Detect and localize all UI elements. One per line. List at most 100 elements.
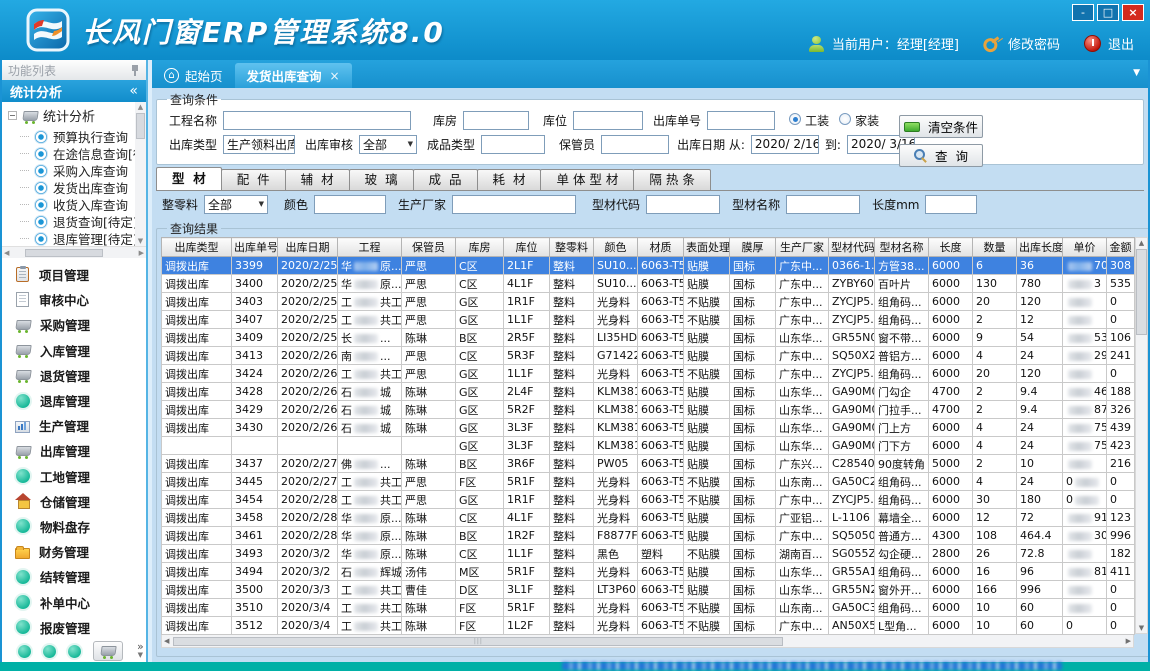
- scroll-down-icon[interactable]: ▼: [1139, 623, 1144, 633]
- column-header-金额[interactable]: 金额: [1107, 238, 1135, 257]
- warehouse-input[interactable]: [463, 111, 529, 130]
- tree-root-statistics[interactable]: 统计分析: [2, 102, 146, 128]
- tree-item-预算执行查询[interactable]: 预算执行查询: [2, 128, 146, 145]
- scroll-thumb[interactable]: [1136, 249, 1147, 335]
- column-header-单价[interactable]: 单价: [1063, 238, 1107, 257]
- scroll-thumb[interactable]: [25, 249, 103, 257]
- sidebar-group-生产管理[interactable]: 生产管理: [2, 413, 146, 438]
- table-row[interactable]: 调拨出库35122020/3/4工共工程陈琳F区1L2F整料光身料6063-T5…: [162, 617, 1135, 635]
- table-row[interactable]: 调拨出库34032020/2/25工共工程严思G区1R1F整料光身料6063-T…: [162, 293, 1135, 311]
- table-row[interactable]: 调拨出库33992020/2/25华原...严思C区2L1F整料SU10...6…: [162, 257, 1135, 275]
- tab-home[interactable]: 起始页: [152, 63, 235, 88]
- close-button[interactable]: ×: [1122, 4, 1144, 21]
- column-header-工程[interactable]: 工程: [338, 238, 402, 257]
- scroll-left-icon[interactable]: ◀: [4, 248, 9, 258]
- tree-item-退货查询[待定][interactable]: 退货查询[待定]: [2, 213, 146, 230]
- table-row[interactable]: 调拨出库34452020/2/27工共工程严思F区5R1F整料光身料6063-T…: [162, 473, 1135, 491]
- logout-link[interactable]: 退出: [1108, 34, 1134, 53]
- column-header-表面处理[interactable]: 表面处理: [684, 238, 730, 257]
- change-password-link[interactable]: 修改密码: [1008, 34, 1060, 53]
- table-scrollbar-horizontal[interactable]: ◀ ||| ▶: [161, 635, 1134, 648]
- maximize-button[interactable]: □: [1097, 4, 1119, 21]
- collapse-icon[interactable]: «: [129, 83, 138, 99]
- scroll-right-icon[interactable]: ▶: [1126, 636, 1131, 646]
- table-row[interactable]: G区3L3F整料KLM38176063-T5贴膜国标山东华...GA90M09.…: [162, 437, 1135, 455]
- material-tab-5[interactable]: 成 品: [413, 169, 478, 190]
- sidebar-group-出库管理[interactable]: 出库管理: [2, 438, 146, 463]
- group-shortcut-icon[interactable]: [18, 645, 31, 658]
- material-tab-1[interactable]: 型 材: [156, 167, 222, 190]
- column-header-保管员[interactable]: 保管员: [402, 238, 456, 257]
- tree-item-采购入库查询[interactable]: 采购入库查询: [2, 162, 146, 179]
- whole-piece-select[interactable]: 全部: [204, 195, 268, 214]
- column-header-膜厚[interactable]: 膜厚: [730, 238, 776, 257]
- keeper-input[interactable]: [601, 135, 669, 154]
- table-row[interactable]: 调拨出库34002020/2/25华原...严思C区4L1F整料SU10...6…: [162, 275, 1135, 293]
- material-tab-7[interactable]: 单 体 型 材: [540, 169, 634, 190]
- column-header-长度[interactable]: 长度: [929, 238, 973, 257]
- sidebar-group-审核中心[interactable]: 审核中心: [2, 287, 146, 312]
- location-input[interactable]: [573, 111, 643, 130]
- table-row[interactable]: 调拨出库34582020/2/28华原...陈琳C区4L1F整料光身料6063-…: [162, 509, 1135, 527]
- material-tab-2[interactable]: 配 件: [221, 169, 286, 190]
- tree-item-退库管理[待定][interactable]: 退库管理[待定]: [2, 230, 146, 246]
- tab-list-caret-icon[interactable]: ▼: [1133, 68, 1140, 78]
- material-tab-6[interactable]: 耗 材: [477, 169, 542, 190]
- column-header-库房[interactable]: 库房: [456, 238, 504, 257]
- column-header-生产厂家[interactable]: 生产厂家: [776, 238, 829, 257]
- tab-close-icon[interactable]: ×: [330, 69, 340, 83]
- sidebar-group-结转管理[interactable]: 结转管理: [2, 564, 146, 589]
- tab-shipping-outbound-query[interactable]: 发货出库查询 ×: [235, 63, 352, 88]
- sidebar-group-入库管理[interactable]: 入库管理: [2, 338, 146, 363]
- sidebar-group-工地管理[interactable]: 工地管理: [2, 464, 146, 489]
- scroll-down-icon[interactable]: ▼: [138, 236, 143, 246]
- material-tab-3[interactable]: 辅 材: [285, 169, 350, 190]
- scroll-thumb[interactable]: [136, 113, 145, 139]
- column-header-出库类型[interactable]: 出库类型: [162, 238, 232, 257]
- column-header-出库日期[interactable]: 出库日期: [278, 238, 338, 257]
- material-tab-8[interactable]: 隔 热 条: [633, 169, 710, 190]
- column-header-出库单号[interactable]: 出库单号: [232, 238, 278, 257]
- clear-conditions-button[interactable]: 清空条件: [899, 115, 983, 138]
- tree-item-在途信息查询[待[interactable]: 在途信息查询[待: [2, 145, 146, 162]
- sidebar-group-物料盘存[interactable]: 物料盘存: [2, 514, 146, 539]
- table-scrollbar-vertical[interactable]: ▲ ▼: [1135, 237, 1148, 634]
- table-row[interactable]: 调拨出库34932020/3/2华原...陈琳C区1L1F整料黑色塑料不贴膜国标…: [162, 545, 1135, 563]
- column-header-库位[interactable]: 库位: [504, 238, 550, 257]
- scroll-thumb[interactable]: |||: [173, 637, 783, 646]
- table-row[interactable]: 调拨出库34132020/2/26南...严思C区5R3F整料G71422606…: [162, 347, 1135, 365]
- date-from-select[interactable]: 2020/ 2/16: [751, 135, 819, 154]
- table-row[interactable]: 调拨出库34072020/2/25工共工程严思G区1L1F整料光身料6063-T…: [162, 311, 1135, 329]
- table-row[interactable]: 调拨出库34542020/2/28工共工程严思G区1R1F整料光身料6063-T…: [162, 491, 1135, 509]
- radio-工装[interactable]: [789, 113, 801, 125]
- sidebar-group-财务管理[interactable]: 财务管理: [2, 539, 146, 564]
- sidebar-group-退货管理[interactable]: 退货管理: [2, 363, 146, 388]
- table-row[interactable]: 调拨出库34292020/2/26石城陈琳G区5R2F整料KLM38176063…: [162, 401, 1135, 419]
- more-groups-button[interactable]: »▼: [137, 643, 144, 659]
- sidebar-group-退库管理[interactable]: 退库管理: [2, 388, 146, 413]
- table-row[interactable]: 调拨出库35102020/3/4工共工程陈琳F区5R1F整料光身料6063-T5…: [162, 599, 1135, 617]
- column-header-出库长度[interactable]: 出库长度: [1017, 238, 1063, 257]
- group-shortcut-cart-button[interactable]: [93, 641, 123, 661]
- sidebar-group-补单中心[interactable]: 补单中心: [2, 589, 146, 614]
- scroll-right-icon[interactable]: ▶: [139, 248, 144, 258]
- column-header-材质[interactable]: 材质: [638, 238, 684, 257]
- group-shortcut-icon[interactable]: [68, 645, 81, 658]
- sidebar-group-报废管理[interactable]: 报废管理: [2, 615, 146, 640]
- table-row[interactable]: 调拨出库34302020/2/26石城陈琳G区3L3F整料KLM38176063…: [162, 419, 1135, 437]
- order-no-input[interactable]: [707, 111, 775, 130]
- tree-item-发货出库查询[interactable]: 发货出库查询: [2, 179, 146, 196]
- column-header-型材代码[interactable]: 型材代码: [829, 238, 875, 257]
- product-type-input[interactable]: [481, 135, 545, 154]
- manufacturer-input[interactable]: [452, 195, 576, 214]
- table-row[interactable]: 调拨出库34942020/3/2石辉城汤伟M区5R1F整料光身料6063-T5贴…: [162, 563, 1135, 581]
- audit-select[interactable]: 全部: [359, 135, 417, 154]
- profile-code-input[interactable]: [646, 195, 720, 214]
- sidebar-group-项目管理[interactable]: 项目管理: [2, 262, 146, 287]
- tree-scrollbar-horizontal[interactable]: ◀ ▶: [2, 246, 146, 258]
- minimize-button[interactable]: -: [1072, 4, 1094, 21]
- color-input[interactable]: [314, 195, 386, 214]
- project-name-input[interactable]: [223, 111, 411, 130]
- sidebar-group-仓储管理[interactable]: 仓储管理: [2, 489, 146, 514]
- column-header-型材名称[interactable]: 型材名称: [875, 238, 929, 257]
